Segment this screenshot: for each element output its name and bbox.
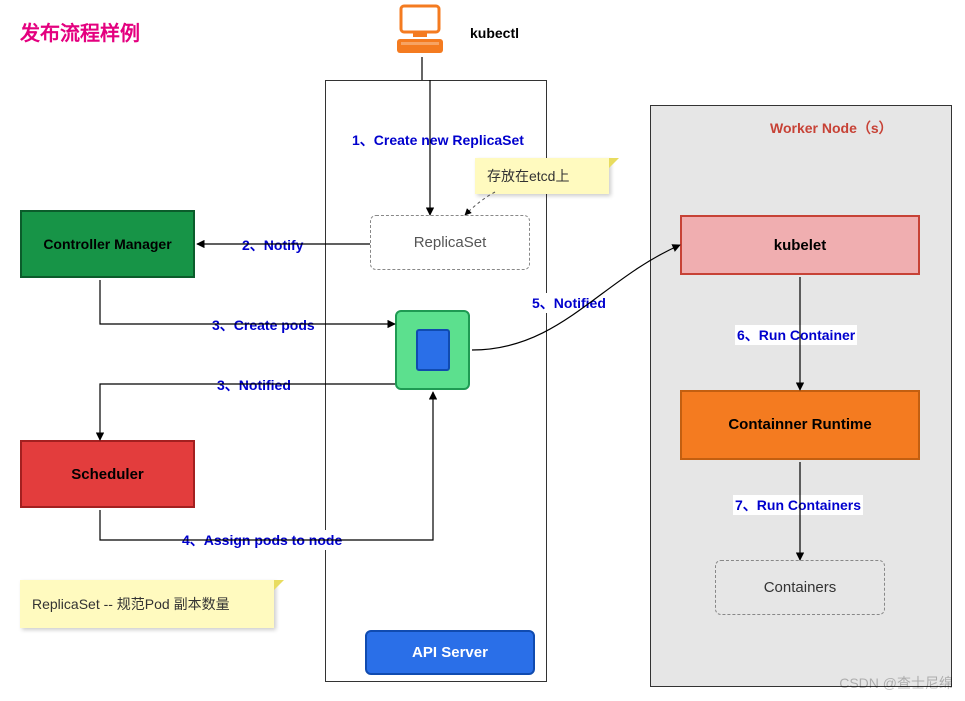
- step7-label: 7、Run Containers: [733, 495, 863, 515]
- controller-manager-box: Controller Manager: [20, 210, 195, 278]
- step3b-label: 3、Notified: [215, 375, 293, 395]
- step6-label: 6、Run Container: [735, 325, 857, 345]
- step5-label: 5、Notified: [530, 293, 608, 313]
- containers-box: Containers: [715, 560, 885, 615]
- scheduler-box: Scheduler: [20, 440, 195, 508]
- api-server-box: API Server: [365, 630, 535, 675]
- step3a-label: 3、Create pods: [210, 315, 317, 335]
- replicaset-box: ReplicaSet: [370, 215, 530, 270]
- watermark: CSDN @查士尼绵: [839, 673, 953, 693]
- etcd-note: 存放在etcd上: [475, 158, 609, 194]
- step1-label: 1、Create new ReplicaSet: [350, 130, 526, 150]
- step4-label: 4、Assign pods to node: [180, 530, 344, 550]
- step2-label: 2、Notify: [240, 235, 305, 255]
- pod-box: [395, 310, 470, 390]
- worker-node-label: Worker Node（s）: [770, 118, 893, 138]
- replicaset-note: ReplicaSet -- 规范Pod 副本数量: [20, 580, 274, 628]
- kubectl-label: kubectl: [470, 25, 519, 41]
- container-inner-icon: [416, 329, 450, 371]
- container-runtime-box: Containner Runtime: [680, 390, 920, 460]
- kubelet-box: kubelet: [680, 215, 920, 275]
- computer-icon: [395, 2, 445, 62]
- diagram-title: 发布流程样例: [20, 20, 140, 48]
